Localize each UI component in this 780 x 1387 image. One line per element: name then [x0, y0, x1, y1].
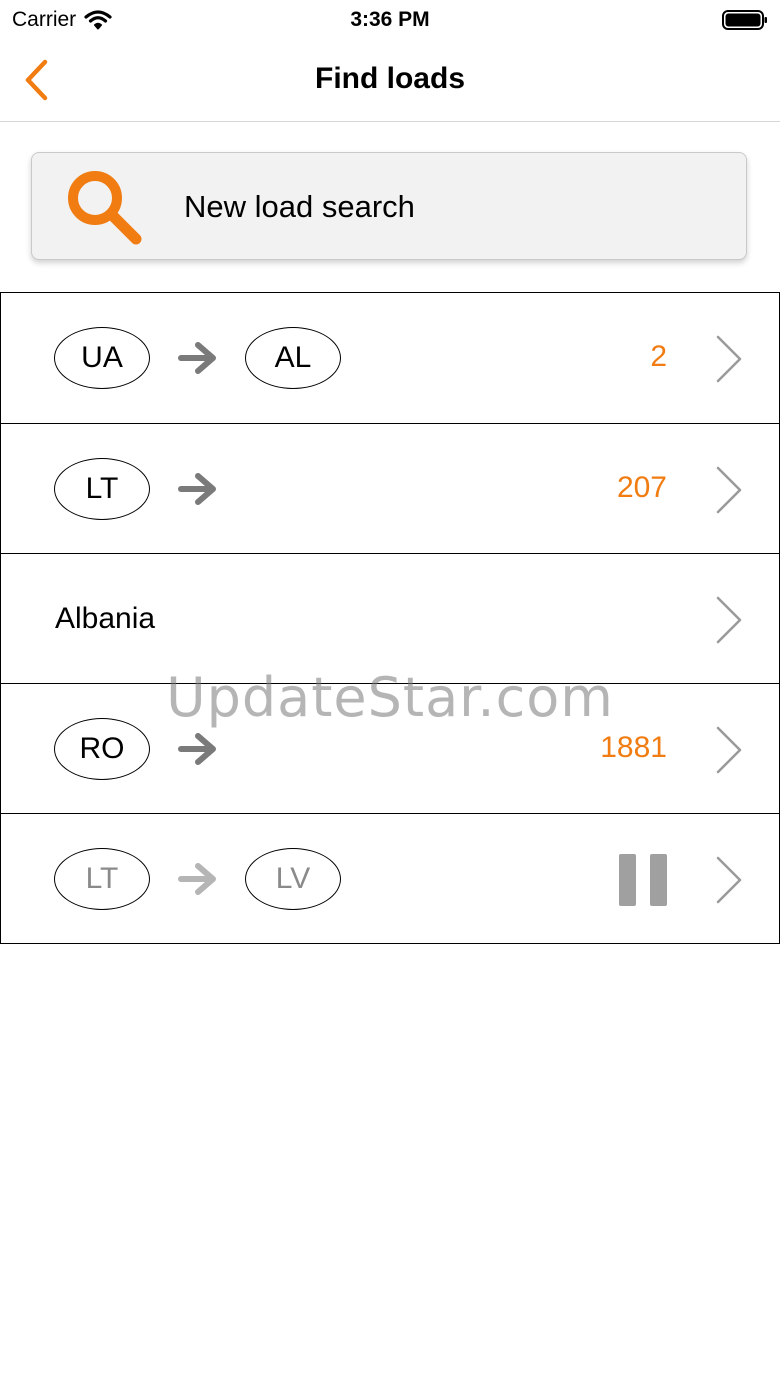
battery-icon — [722, 10, 767, 30]
load-count: 2 — [650, 340, 667, 373]
navigation-bar: Find loads — [0, 40, 780, 122]
list-item[interactable]: LT 207 — [0, 423, 780, 554]
list-item[interactable]: UA AL 2 — [0, 292, 780, 424]
new-load-search-button[interactable]: New load search — [31, 152, 747, 260]
list-item[interactable]: Albania — [0, 553, 780, 684]
list-item[interactable]: RO 1881 — [0, 683, 780, 814]
saved-searches-list: UA AL 2 LT 207 Albania RO 1881 LT LV — [0, 292, 780, 944]
chevron-right-icon — [716, 335, 742, 383]
destination-country-badge: AL — [245, 327, 341, 389]
chevron-right-icon — [716, 596, 742, 644]
chevron-right-icon — [716, 726, 742, 774]
status-bar: Carrier 3:36 PM — [0, 0, 780, 40]
arrow-right-icon — [178, 342, 216, 374]
origin-country-badge: UA — [54, 327, 150, 389]
country-name: Albania — [55, 602, 156, 635]
arrow-right-icon — [178, 863, 216, 895]
pause-icon — [619, 854, 667, 906]
arrow-right-icon — [178, 733, 216, 765]
page-title: Find loads — [315, 62, 465, 95]
search-icon — [68, 171, 142, 245]
load-count: 207 — [616, 471, 667, 504]
origin-country-badge: RO — [54, 718, 150, 780]
origin-country-badge: LT — [54, 848, 150, 910]
arrow-right-icon — [178, 473, 216, 505]
load-count: 1881 — [600, 731, 667, 764]
list-item[interactable]: LT LV — [0, 813, 780, 944]
new-load-search-label: New load search — [184, 189, 415, 224]
status-time: 3:36 PM — [350, 8, 430, 31]
origin-country-badge: LT — [54, 458, 150, 520]
destination-country-badge: LV — [245, 848, 341, 910]
chevron-right-icon — [716, 856, 742, 904]
chevron-right-icon — [716, 466, 742, 514]
